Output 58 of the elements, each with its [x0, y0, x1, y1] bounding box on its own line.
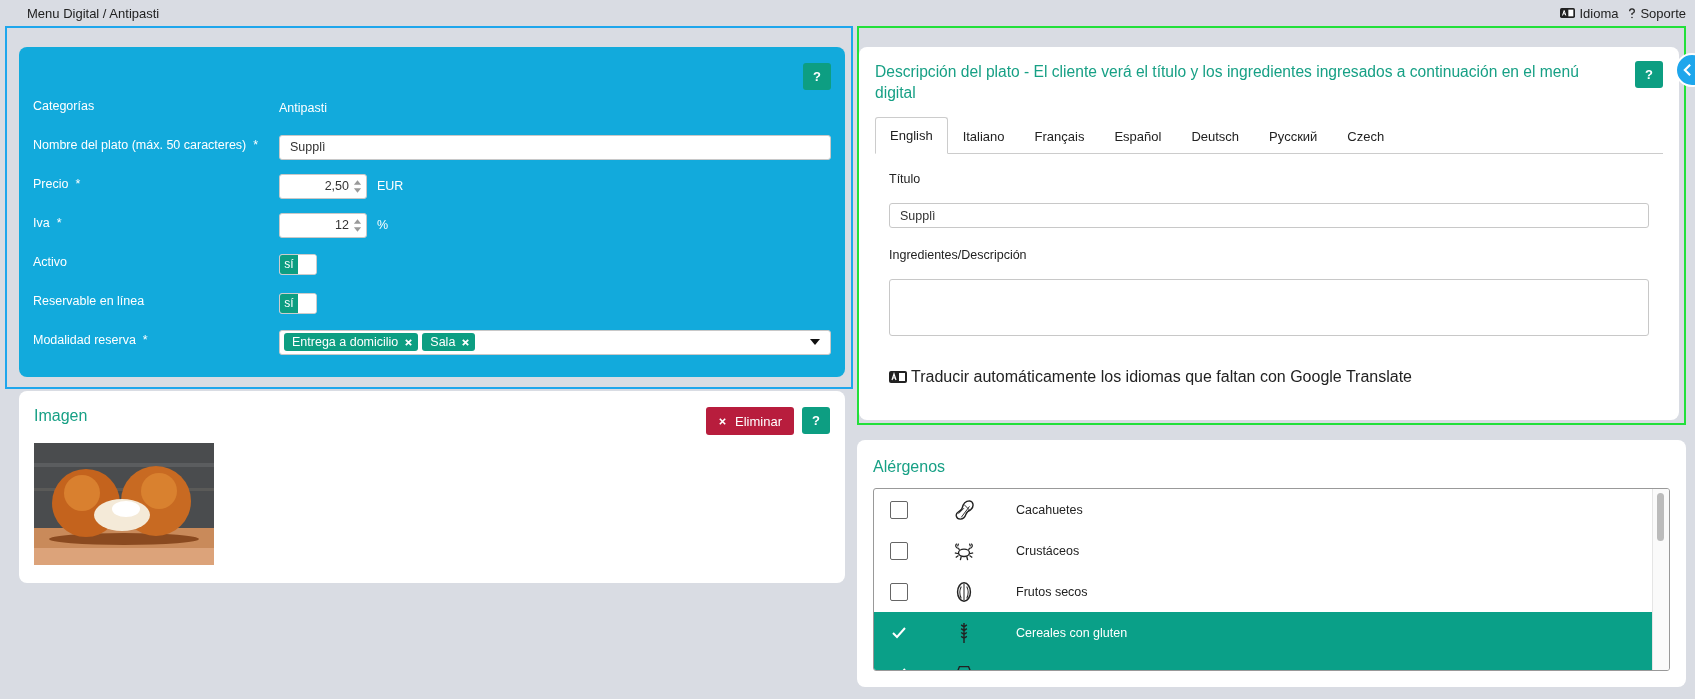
remove-icon[interactable] — [461, 337, 471, 347]
field-label: Ingredientes/Descripción — [889, 248, 1028, 262]
checkbox[interactable] — [890, 500, 908, 519]
spinner-icon[interactable] — [353, 177, 362, 195]
translate-link[interactable]: Traducir automáticamente los idiomas que faltan con Google Translate — [911, 368, 1412, 386]
field-label: Título — [889, 172, 922, 186]
checkbox[interactable] — [890, 582, 908, 601]
peanut-icon — [953, 498, 975, 521]
question-icon — [1628, 7, 1637, 19]
translate-icon — [889, 371, 907, 383]
allergen-name: Frutos secos — [1016, 584, 1088, 599]
scrollbar[interactable] — [1652, 489, 1669, 670]
unit-label: EUR — [377, 179, 404, 193]
language-tab[interactable]: Deutsch — [1176, 117, 1255, 154]
category-value: Antipasti — [279, 101, 327, 115]
top-link[interactable]: Soporte — [1628, 5, 1686, 21]
language-tab[interactable]: Español — [1099, 117, 1177, 154]
remove-icon[interactable] — [404, 337, 414, 347]
card-title: Alérgenos — [873, 458, 947, 476]
number-field[interactable]: 2,50 — [279, 173, 367, 199]
chevron-left-icon — [1683, 63, 1692, 77]
language-tab[interactable]: English — [875, 117, 948, 154]
field-label: Nombre del plato (máx. 50 caracteres) * — [33, 137, 260, 152]
breadcrumb: Menu Digital / Antipasti — [27, 5, 160, 21]
translate-icon — [1560, 8, 1576, 18]
caret-icon[interactable] — [810, 339, 820, 345]
allergen-row[interactable]: Frutos secos — [874, 571, 1653, 612]
tag: Entrega a domicilio — [284, 333, 419, 351]
card-title: Descripción del plato - El cliente verá el título y los ingredientes ingresados a continuación en el menú digital — [875, 62, 1580, 103]
description-field[interactable] — [889, 279, 1649, 336]
allergen-name: Cacahuetes — [1016, 502, 1083, 517]
allergen-row[interactable]: Cacahuetes — [874, 489, 1653, 530]
checkbox[interactable] — [890, 541, 908, 560]
allergen-name: Cereales con gluten — [1016, 625, 1128, 640]
wheat-icon — [960, 621, 968, 644]
unit-label: % — [377, 218, 389, 232]
spinner-icon[interactable] — [353, 216, 362, 234]
number-field[interactable]: 12 — [279, 212, 367, 238]
field-label: Modalidad reserva * — [33, 332, 149, 347]
field-label: Reservable en línea — [33, 293, 146, 308]
tag: Sala — [422, 333, 476, 351]
check-icon[interactable] — [892, 626, 906, 639]
delete-button[interactable]: Eliminar — [706, 407, 794, 435]
language-tab[interactable]: Italiano — [947, 117, 1020, 154]
language-tab[interactable]: Русский — [1254, 117, 1333, 154]
language-tab[interactable]: Czech — [1332, 117, 1400, 154]
allergen-row[interactable]: Crustáceos — [874, 530, 1653, 571]
language-tab[interactable]: Français — [1019, 117, 1100, 154]
field-label: Categorías — [33, 98, 96, 113]
card-title: Imagen — [34, 407, 88, 425]
allergen-name: Crustáceos — [1016, 543, 1080, 558]
name-field[interactable]: Supplì — [279, 134, 831, 160]
field-label: Iva * — [33, 215, 63, 230]
close-icon — [718, 416, 728, 426]
field-label: Precio * — [33, 176, 82, 191]
title-field[interactable]: Supplì — [889, 203, 1649, 228]
field-label: Activo — [33, 254, 69, 269]
top-link[interactable]: Idioma — [1560, 5, 1619, 21]
